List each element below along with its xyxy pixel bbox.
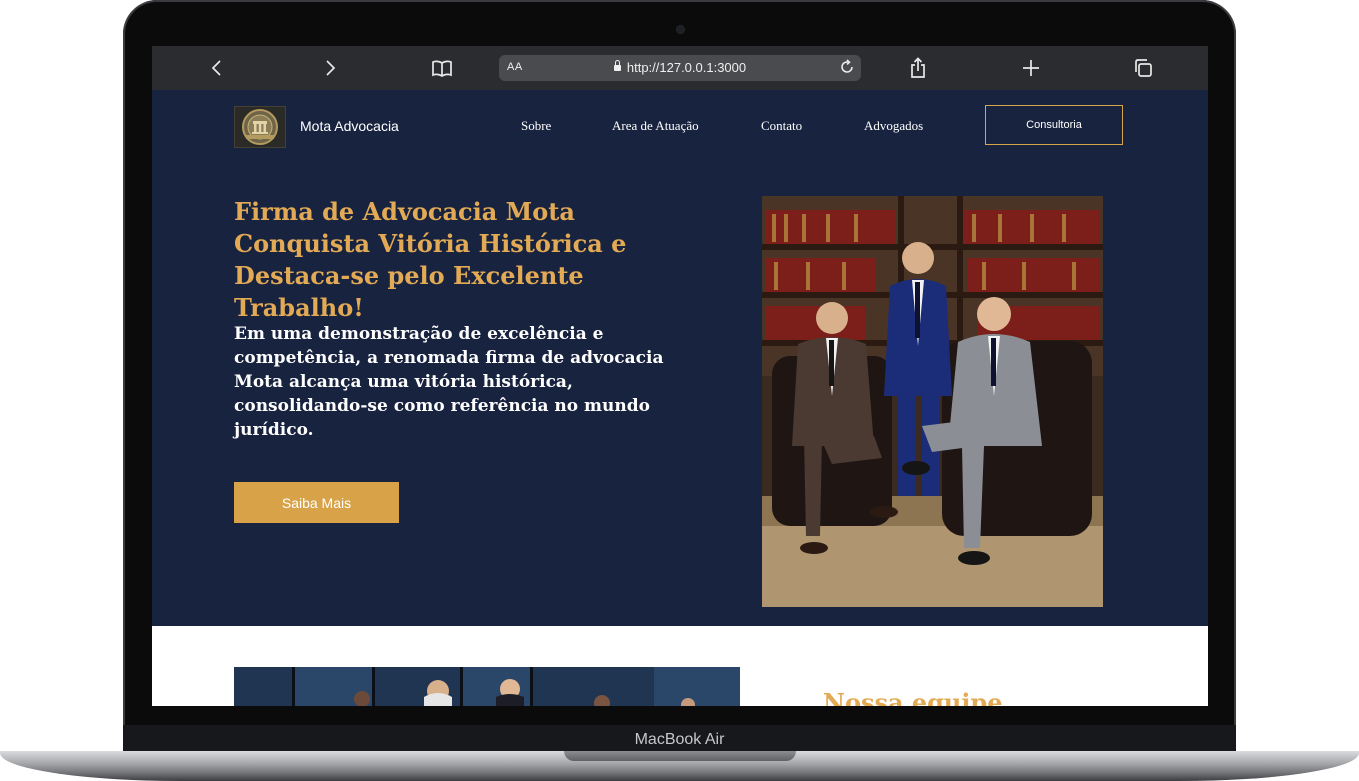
lock-icon — [613, 60, 621, 71]
bookmarks-icon[interactable] — [428, 54, 456, 82]
nav-link-area-de-atuacao[interactable]: Area de Atuação — [612, 118, 699, 134]
camera — [677, 26, 684, 33]
hero-subtext: Em uma demonstração de excelência e comp… — [234, 324, 664, 440]
hero-lawyers-photo — [762, 196, 1103, 607]
back-icon[interactable] — [203, 54, 231, 82]
consultoria-button[interactable]: Consultoria — [985, 105, 1123, 145]
device-label: MacBook Air — [634, 731, 725, 748]
hero-section: Mota Advocacia Sobre Area de Atuação Con… — [152, 90, 1208, 626]
forward-icon[interactable] — [316, 54, 344, 82]
brand-name[interactable]: Mota Advocacia — [300, 118, 399, 134]
team-title: Nossa equipe — [823, 688, 1003, 706]
saiba-mais-button[interactable]: Saiba Mais — [234, 482, 399, 523]
share-icon[interactable] — [904, 54, 932, 82]
screen: AA http://127.0.0.1:3000 Mota Advocacia … — [152, 46, 1208, 706]
url-text[interactable]: http://127.0.0.1:3000 — [627, 60, 746, 75]
site-logo[interactable] — [234, 106, 286, 148]
browser-toolbar: AA http://127.0.0.1:3000 — [152, 46, 1208, 90]
new-tab-icon[interactable] — [1017, 54, 1045, 82]
nav-link-sobre[interactable]: Sobre — [521, 118, 551, 134]
tabs-icon[interactable] — [1129, 54, 1157, 82]
nav-link-contato[interactable]: Contato — [761, 118, 802, 134]
team-section: Nossa equipe — [152, 626, 1208, 706]
laptop-opening-notch — [564, 751, 796, 761]
team-photo — [234, 667, 740, 706]
address-bar[interactable]: AA http://127.0.0.1:3000 — [499, 55, 861, 81]
reload-icon[interactable] — [839, 59, 855, 78]
hero-headline: Firma de Advocacia Mota Conquista Vitóri… — [234, 197, 627, 322]
nav-link-advogados[interactable]: Advogados — [864, 118, 923, 134]
